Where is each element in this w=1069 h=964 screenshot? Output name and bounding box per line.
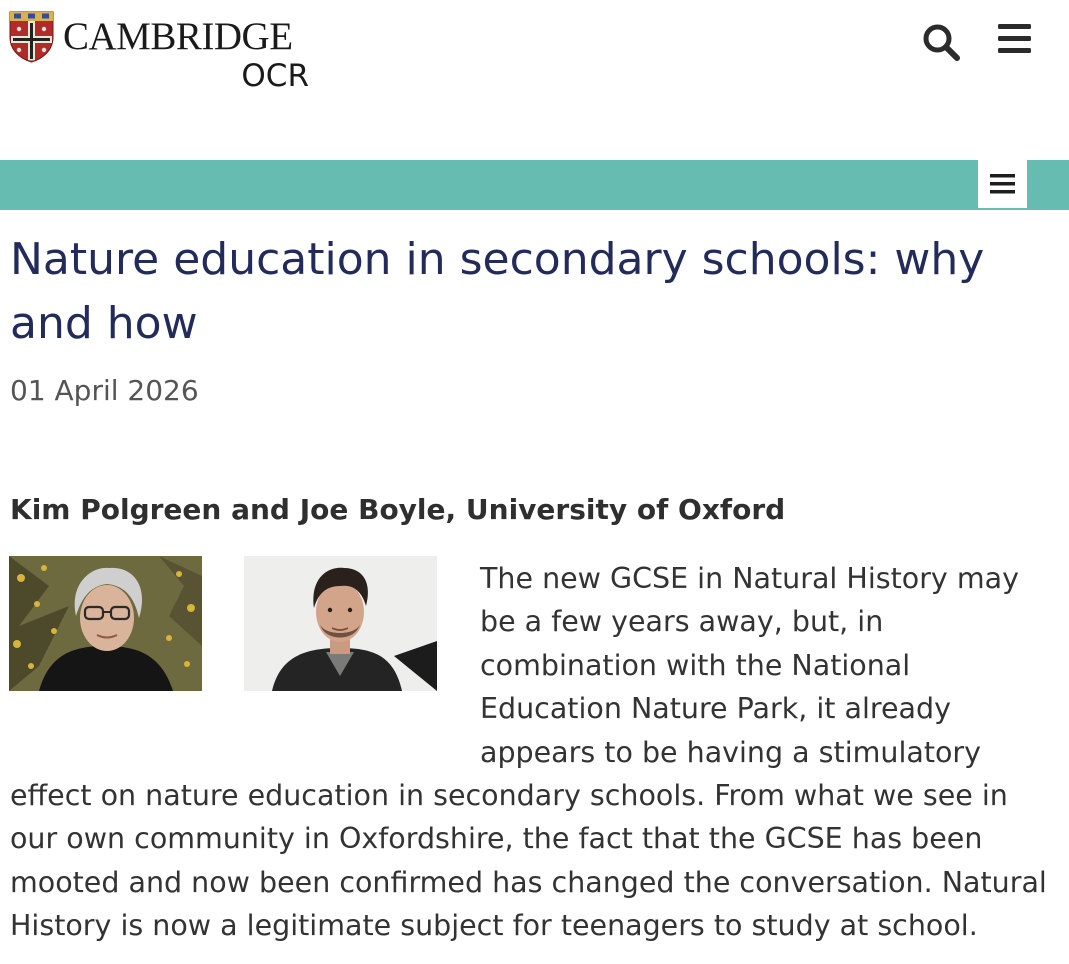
cambridge-ocr-logo[interactable]: CAMBRIDGE OCR bbox=[9, 11, 314, 95]
search-icon bbox=[923, 24, 960, 61]
main-menu-button[interactable] bbox=[996, 22, 1034, 56]
hamburger-menu-icon bbox=[998, 24, 1031, 53]
cambridge-crest-icon bbox=[9, 11, 54, 63]
site-header: CAMBRIDGE OCR bbox=[0, 0, 1069, 160]
logo-wordmark-cambridge: CAMBRIDGE bbox=[63, 15, 293, 58]
article-title: Nature education in secondary schools: w… bbox=[10, 234, 985, 349]
hamburger-menu-icon bbox=[990, 174, 1015, 194]
article-intro-paragraph: The new GCSE in Natural History may be a… bbox=[10, 557, 1060, 948]
section-nav-toggle-button[interactable] bbox=[978, 160, 1027, 208]
search-button[interactable] bbox=[921, 22, 963, 62]
logo-wordmark-ocr: OCR bbox=[241, 58, 309, 94]
article-author: Kim Polgreen and Joe Boyle, University o… bbox=[10, 493, 786, 526]
section-nav-bar bbox=[0, 160, 1069, 210]
article-date: 01 April 2026 bbox=[10, 374, 199, 407]
photo-float-spacer bbox=[10, 557, 480, 753]
